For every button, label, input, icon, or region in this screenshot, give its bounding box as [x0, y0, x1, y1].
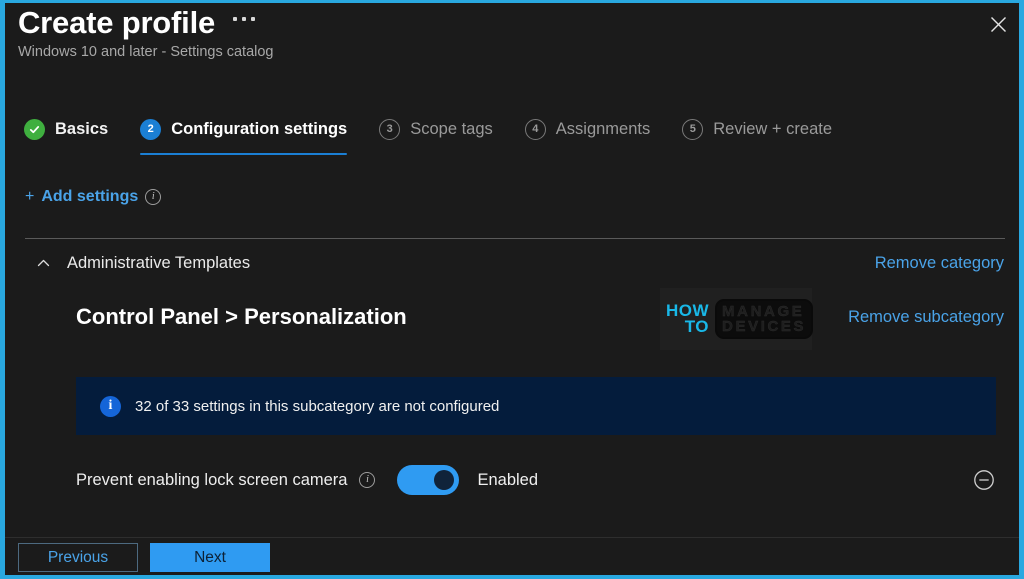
tab-basics[interactable]: Basics: [24, 109, 108, 151]
setting-state-label: Enabled: [477, 470, 539, 489]
tab-review-create-label: Review + create: [713, 119, 833, 138]
tab-configuration-settings-label: Configuration settings: [171, 119, 348, 138]
remove-subcategory-link[interactable]: Remove subcategory: [848, 308, 1004, 327]
subcategory-path-part1: Control Panel: [76, 304, 220, 329]
watermark-howto-text: HOW TO: [666, 303, 710, 336]
tab-configuration-settings[interactable]: 2 Configuration settings: [140, 109, 348, 155]
info-banner-text: 32 of 33 settings in this subcategory ar…: [135, 397, 500, 415]
info-icon[interactable]: i: [145, 189, 162, 205]
category-name: Administrative Templates: [67, 254, 251, 272]
subcategory-title: Control Panel > Personalization: [76, 304, 407, 330]
subcategory-separator: >: [225, 304, 238, 329]
window-frame-bottom: [0, 575, 1024, 579]
title-row: Create profile: [18, 4, 256, 42]
tab-assignments[interactable]: 4 Assignments: [524, 109, 651, 151]
tab-scope-tags-label: Scope tags: [410, 119, 493, 138]
tab-assignments-label: Assignments: [555, 119, 651, 138]
close-icon[interactable]: [982, 8, 1014, 40]
setting-info-icon[interactable]: i: [359, 472, 376, 488]
remove-category-link[interactable]: Remove category: [875, 254, 1004, 273]
window-frame-left: [0, 0, 5, 579]
tab-basics-label: Basics: [55, 119, 109, 138]
add-settings-button[interactable]: + Add settings i: [25, 188, 162, 206]
info-banner: i 32 of 33 settings in this subcategory …: [76, 377, 996, 435]
setting-label: Prevent enabling lock screen camera: [76, 470, 348, 489]
section-divider: [25, 238, 1005, 239]
tab-active-underline: [140, 152, 348, 155]
watermark-box-line1: MANAGE: [722, 303, 805, 320]
watermark-logo: HOW TO MANAGE DEVICES: [660, 288, 814, 350]
more-options-icon[interactable]: [233, 17, 256, 21]
page-title: Create profile: [18, 5, 216, 40]
category-collapse-toggle[interactable]: Administrative Templates: [36, 254, 250, 273]
watermark-line2: TO: [684, 317, 710, 336]
setting-toggle[interactable]: [397, 465, 460, 495]
watermark-box-line2: DEVICES: [722, 318, 807, 335]
tab-configuration-settings-number: 2: [140, 118, 162, 140]
previous-button[interactable]: Previous: [18, 543, 138, 572]
tab-assignments-number: 4: [524, 118, 546, 140]
tab-review-create[interactable]: 5 Review + create: [682, 109, 832, 151]
wizard-tabs: Basics 2 Configuration settings 3 Scope …: [24, 109, 864, 155]
subcategory-row: Control Panel > Personalization Remove s…: [76, 304, 1004, 330]
tab-scope-tags[interactable]: 3 Scope tags: [379, 109, 493, 151]
next-button[interactable]: Next: [150, 543, 270, 572]
tab-basics-check-icon: [24, 118, 45, 140]
add-settings-label: Add settings: [41, 188, 139, 205]
window-frame-top: [0, 0, 1024, 3]
footer-divider: [5, 537, 1019, 538]
tab-scope-tags-number: 3: [379, 118, 401, 140]
subcategory-path-part2: Personalization: [244, 304, 407, 329]
chevron-up-icon[interactable]: [36, 256, 51, 271]
info-banner-icon: i: [100, 395, 121, 417]
setting-row: Prevent enabling lock screen camera i En…: [76, 458, 996, 502]
tab-review-create-number: 5: [682, 118, 704, 140]
watermark-box: MANAGE DEVICES: [715, 299, 814, 339]
category-row: Administrative Templates Remove category: [36, 254, 1004, 273]
footer-actions: Previous Next: [18, 543, 270, 572]
page-subtitle: Windows 10 and later - Settings catalog: [18, 44, 274, 60]
plus-icon: +: [25, 188, 35, 205]
toggle-knob: [434, 470, 455, 490]
minus-circle-icon[interactable]: [972, 468, 996, 492]
window-frame-right: [1019, 0, 1024, 579]
create-profile-dialog: Create profile Windows 10 and later - Se…: [0, 0, 1024, 579]
